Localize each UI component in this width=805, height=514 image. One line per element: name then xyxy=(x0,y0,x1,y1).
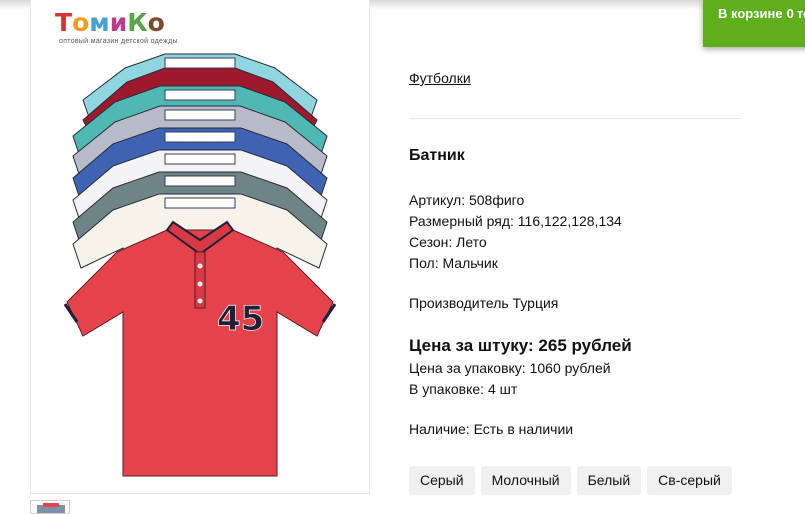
front-shirt: 45 xyxy=(63,220,337,477)
cart-label-rest: то xyxy=(796,6,805,21)
svg-text:45: 45 xyxy=(217,299,264,339)
attr-sizes: Размерный ряд: 116,122,128,134 xyxy=(409,213,622,229)
product-attributes: Артикул: 508фиго Размерный ряд: 116,122,… xyxy=(409,190,622,274)
color-options: Серый Молочный Белый Св-серый xyxy=(409,466,732,495)
cart-count: 0 xyxy=(786,6,794,21)
attr-article: Артикул: 508фиго xyxy=(409,192,525,208)
logo-wordmark: ТомиКо xyxy=(55,8,165,37)
color-option-light-grey[interactable]: Св-серый xyxy=(647,466,732,495)
pack-quantity: В упаковке: 4 шт xyxy=(409,381,518,397)
product-title: Батник xyxy=(409,147,465,164)
product-image[interactable]: 45 xyxy=(55,40,345,480)
cart-label: В корзине xyxy=(718,6,783,21)
attr-season: Сезон: Лето xyxy=(409,234,487,250)
availability: Наличие: Есть в наличии xyxy=(409,421,574,437)
price-per-item: Цена за штуку: 265 рублей xyxy=(409,336,632,355)
color-option-white[interactable]: Белый xyxy=(576,466,642,495)
category-link[interactable]: Футболки xyxy=(409,70,471,86)
color-option-grey[interactable]: Серый xyxy=(409,466,475,495)
attr-gender: Пол: Мальчик xyxy=(409,255,498,271)
pack-price: Цена за упаковку: 1060 рублей xyxy=(409,360,611,376)
color-option-milky[interactable]: Молочный xyxy=(480,466,571,495)
divider xyxy=(409,118,741,119)
product-thumbnail[interactable] xyxy=(30,500,70,514)
thumbnail-image xyxy=(37,503,65,513)
cart-badge[interactable]: В корзине0то xyxy=(703,0,805,47)
pack-info: Цена за упаковку: 1060 рублей В упаковке… xyxy=(409,358,611,400)
manufacturer: Производитель Турция xyxy=(409,295,559,311)
